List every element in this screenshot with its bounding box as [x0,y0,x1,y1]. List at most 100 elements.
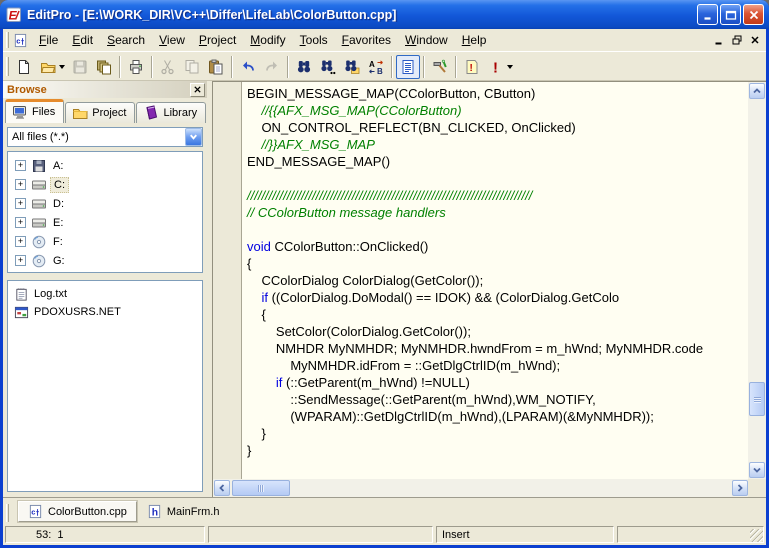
code-segment: { [247,256,251,271]
open-file-button[interactable] [36,55,68,79]
chevron-down-icon[interactable] [185,128,202,146]
tree-item-e-drive[interactable]: +E: [8,213,202,232]
expand-plus-icon[interactable]: + [15,236,26,247]
find-button[interactable] [292,55,316,79]
run-button[interactable]: ! [484,55,516,79]
tree-item-d-drive[interactable]: +D: [8,194,202,213]
title-bar[interactable]: E EditPro - [E:\WORK_DIR\VC++\Differ\Lif… [0,0,769,29]
doc-tab-mainfrm-h[interactable]: hMainFrm.h [137,501,230,522]
menu-tools[interactable]: Tools [293,30,335,50]
code-area[interactable]: BEGIN_MESSAGE_MAP(CColorButton, CButton)… [243,82,748,479]
status-bar: 53: 1 Insert [3,524,766,545]
code-line: NMHDR MyNMHDR; MyNMHDR.hwndFrom = m_hWnd… [247,340,748,357]
toolbar-grip[interactable] [6,57,9,76]
menu-window[interactable]: Window [398,30,455,50]
file-filter-combobox[interactable]: All files (*.*) [7,127,203,147]
code-line: ::SendMessage(::GetParent(m_hWnd),WM_NOT… [247,391,748,408]
expand-plus-icon[interactable]: + [15,255,26,266]
new-document-button[interactable] [12,55,36,79]
resize-grip[interactable] [750,529,763,542]
doctabs-grip[interactable] [6,504,9,522]
svg-text:E: E [9,8,18,22]
scroll-up-icon[interactable] [749,83,765,99]
scroll-down-icon[interactable] [749,462,765,478]
file-item[interactable]: Log.txt [8,285,202,303]
tree-item-f-drive[interactable]: + F: [8,232,202,251]
find-in-files-button[interactable] [340,55,364,79]
vertical-scrollbar[interactable] [748,82,766,479]
paste-button[interactable] [204,55,228,79]
browse-tab-files[interactable]: Files [5,99,64,123]
book-icon [143,105,159,121]
mdi-close-button[interactable] [746,33,763,48]
doc-tab-colorbutton-cpp[interactable]: cColorButton.cpp [18,501,137,522]
tools-button[interactable] [428,55,452,79]
cut-button[interactable] [156,55,180,79]
code-segment: ON_CONTROL_REFLECT(BN_CLICKED, OnClicked… [247,120,576,135]
code-line: } [247,442,748,459]
code-segment: { [247,307,266,322]
expand-plus-icon[interactable]: + [15,179,26,190]
maximize-button[interactable] [720,4,741,25]
menu-edit[interactable]: Edit [65,30,100,50]
copy-button[interactable] [180,55,204,79]
svg-text:c: c [31,507,35,516]
tree-item-g-drive[interactable]: +G: [8,251,202,270]
menu-modify[interactable]: Modify [243,30,292,50]
dropdown-arrow-icon[interactable] [59,65,65,69]
code-segment [247,375,276,390]
redo-button[interactable] [260,55,284,79]
code-segment: END_MESSAGE_MAP() [247,154,390,169]
code-segment: (WPARAM)::GetDlgCtrlID(m_hWnd),(LPARAM)(… [247,409,654,424]
save-button[interactable] [68,55,92,79]
svg-text:!: ! [470,63,473,74]
replace-button[interactable]: AB [364,55,388,79]
file-item[interactable]: PDOXUSRS.NET [8,303,202,321]
scroll-right-icon[interactable] [732,480,748,496]
cd-drive-icon [31,234,47,250]
save-all-button[interactable] [92,55,116,79]
expand-plus-icon[interactable]: + [15,198,26,209]
menu-file[interactable]: File [32,30,65,50]
code-editor[interactable]: BEGIN_MESSAGE_MAP(CColorButton, CButton)… [212,81,766,497]
browse-panel-title: Browse [7,84,190,96]
browse-tab-project[interactable]: Project [65,102,135,123]
code-line: CColorDialog ColorDialog(GetColor()); [247,272,748,289]
editor-gutter [213,82,242,479]
dropdown-arrow-icon[interactable] [507,65,513,69]
find-next-button[interactable] [316,55,340,79]
menu-favorites[interactable]: Favorites [335,30,398,50]
tree-item-a-drive[interactable]: +A: [8,156,202,175]
horizontal-scrollbar[interactable] [213,479,749,497]
mdi-minimize-button[interactable] [710,33,727,48]
horizontal-scroll-thumb[interactable] [232,480,290,496]
code-segment [247,290,261,305]
browse-tab-library[interactable]: Library [136,102,206,123]
menu-project[interactable]: Project [192,30,243,50]
menubar-grip[interactable] [6,32,9,47]
vertical-scroll-thumb[interactable] [749,382,765,416]
scroll-left-icon[interactable] [214,480,230,496]
menu-help[interactable]: Help [455,30,494,50]
print-button[interactable] [124,55,148,79]
view-document-list-button[interactable] [396,55,420,79]
hard-drive-icon [31,177,47,193]
syntax-check-button[interactable]: ! [460,55,484,79]
mdi-restore-button[interactable] [728,33,745,48]
minimize-button[interactable] [697,4,718,25]
undo-button[interactable] [236,55,260,79]
menu-search[interactable]: Search [100,30,152,50]
tree-item-c-drive[interactable]: +C: [8,175,202,194]
toolbar-separator [423,56,425,78]
browse-close-button[interactable] [190,83,205,97]
browse-tab-label: Project [92,107,126,119]
drive-label: F: [50,235,66,249]
expand-plus-icon[interactable]: + [15,217,26,228]
folder-icon [72,105,88,121]
cpp-document-icon[interactable]: c [13,33,28,48]
close-button[interactable] [743,4,764,25]
cursor-position: 53: 1 [5,526,205,543]
floppy-drive-icon [31,158,47,174]
menu-view[interactable]: View [152,30,192,50]
expand-plus-icon[interactable]: + [15,160,26,171]
